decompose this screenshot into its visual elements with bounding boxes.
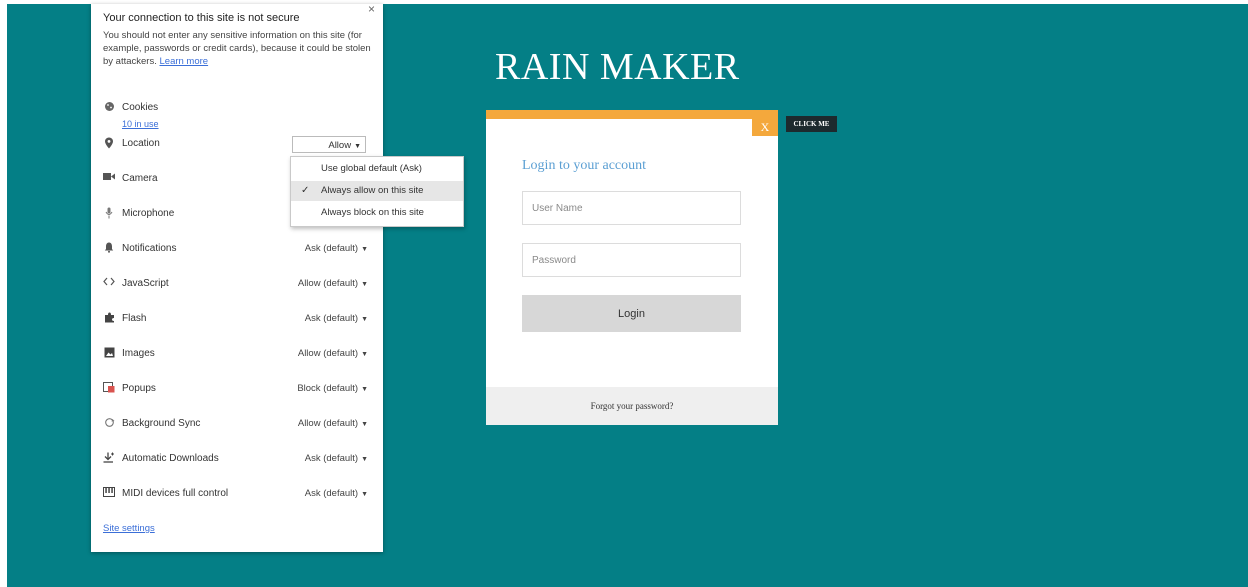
menu-option-global-default[interactable]: Use global default (Ask) bbox=[291, 159, 463, 179]
permission-select-value: Block (default) bbox=[297, 383, 359, 394]
permission-label: Background Sync bbox=[122, 418, 201, 429]
location-options-menu: Use global default (Ask) ✓ Always allow … bbox=[290, 156, 464, 227]
forgot-password-link[interactable]: Forgot your password? bbox=[591, 401, 674, 411]
site-settings-link[interactable]: Site settings bbox=[103, 523, 155, 534]
permission-label: MIDI devices full control bbox=[122, 488, 229, 499]
security-warning: You should not enter any sensitive infor… bbox=[103, 29, 371, 68]
permission-select[interactable]: Ask (default) ▼ bbox=[305, 313, 368, 324]
permission-select[interactable]: Allow (default) ▼ bbox=[298, 348, 368, 359]
permission-label: Notifications bbox=[122, 243, 177, 254]
location-select-value: Allow bbox=[328, 140, 352, 151]
permission-automatic-downloads: Automatic Downloads Ask (default) ▼ bbox=[103, 451, 368, 469]
code-icon bbox=[103, 277, 115, 289]
permission-select-value: Allow (default) bbox=[297, 278, 359, 289]
card-close-button[interactable]: X bbox=[752, 119, 778, 136]
cookies-in-use-link[interactable]: 10 in use bbox=[122, 119, 159, 129]
bell-icon bbox=[103, 242, 115, 256]
permission-notifications: Notifications Ask (default) ▼ bbox=[103, 241, 368, 259]
click-me-button[interactable]: CLICK ME bbox=[786, 116, 837, 132]
location-pin-icon bbox=[103, 137, 115, 152]
chevron-down-icon: ▼ bbox=[354, 143, 361, 150]
location-permission-select[interactable]: Allow ▼ bbox=[292, 136, 366, 153]
permission-label: Flash bbox=[122, 313, 147, 324]
permission-select-value: Allow (default) bbox=[297, 418, 359, 429]
permission-select-value: Ask (default) bbox=[304, 243, 359, 254]
menu-option-label: Always allow on this site bbox=[321, 185, 424, 196]
username-input[interactable] bbox=[522, 191, 741, 225]
card-footer: Forgot your password? bbox=[486, 387, 778, 425]
permission-select-value: Ask (default) bbox=[304, 313, 359, 324]
permission-label: Camera bbox=[122, 173, 158, 184]
permission-select[interactable]: Ask (default) ▼ bbox=[305, 488, 368, 499]
popup-close-button[interactable]: × bbox=[368, 2, 375, 16]
login-heading: Login to your account bbox=[522, 158, 647, 173]
permission-select[interactable]: Ask (default) ▼ bbox=[305, 243, 368, 254]
permission-label: Cookies bbox=[122, 102, 159, 113]
chevron-down-icon: ▼ bbox=[361, 316, 368, 323]
menu-option-always-allow[interactable]: ✓ Always allow on this site bbox=[291, 181, 463, 201]
permission-images: Images Allow (default) ▼ bbox=[103, 346, 368, 364]
card-accent-bar bbox=[486, 110, 778, 119]
chevron-down-icon: ▼ bbox=[361, 386, 368, 393]
permission-background-sync: Background Sync Allow (default) ▼ bbox=[103, 416, 368, 434]
permission-select-value: Ask (default) bbox=[304, 488, 359, 499]
password-input[interactable] bbox=[522, 243, 741, 277]
chevron-down-icon: ▼ bbox=[361, 421, 368, 428]
image-icon bbox=[103, 347, 115, 361]
menu-option-label: Always block on this site bbox=[321, 207, 424, 218]
permission-label: Popups bbox=[122, 383, 156, 394]
microphone-icon bbox=[103, 207, 115, 222]
chevron-down-icon: ▼ bbox=[361, 491, 368, 498]
brand-title: RAIN MAKER bbox=[495, 46, 740, 88]
sync-icon bbox=[103, 417, 115, 431]
menu-option-always-block[interactable]: Always block on this site bbox=[291, 203, 463, 223]
cookie-icon bbox=[103, 101, 115, 115]
permission-select[interactable]: Ask (default) ▼ bbox=[305, 453, 368, 464]
permission-popups: Popups Block (default) ▼ bbox=[103, 381, 368, 399]
chevron-down-icon: ▼ bbox=[361, 281, 368, 288]
permission-cookies: Cookies bbox=[103, 100, 368, 118]
download-icon bbox=[103, 452, 115, 466]
permission-flash: Flash Ask (default) ▼ bbox=[103, 311, 368, 329]
chevron-down-icon: ▼ bbox=[361, 351, 368, 358]
chevron-down-icon: ▼ bbox=[361, 456, 368, 463]
chevron-down-icon: ▼ bbox=[361, 246, 368, 253]
permission-select[interactable]: Allow (default) ▼ bbox=[298, 418, 368, 429]
menu-option-label: Use global default (Ask) bbox=[321, 163, 422, 174]
permission-select-value: Ask (default) bbox=[304, 453, 359, 464]
login-button[interactable]: Login bbox=[522, 295, 741, 332]
connection-status-title: Your connection to this site is not secu… bbox=[103, 12, 300, 24]
camera-icon bbox=[103, 172, 115, 184]
popup-icon bbox=[103, 382, 115, 396]
permission-label: Location bbox=[122, 138, 160, 149]
site-info-popup: × Your connection to this site is not se… bbox=[91, 2, 383, 552]
midi-icon bbox=[103, 487, 115, 500]
login-card: X Login to your account Login Forgot you… bbox=[486, 110, 778, 425]
permission-javascript: JavaScript Allow (default) ▼ bbox=[103, 276, 368, 294]
permission-midi: MIDI devices full control Ask (default) ▼ bbox=[103, 486, 368, 504]
checkmark-icon: ✓ bbox=[301, 185, 310, 196]
puzzle-icon bbox=[103, 312, 115, 326]
permission-label: Images bbox=[122, 348, 155, 359]
permission-select-value: Allow (default) bbox=[297, 348, 359, 359]
permission-label: Automatic Downloads bbox=[122, 453, 219, 464]
security-warning-text: You should not enter any sensitive infor… bbox=[103, 30, 371, 67]
permission-select[interactable]: Allow (default) ▼ bbox=[298, 278, 368, 289]
page-viewport: × Your connection to this site is not se… bbox=[7, 2, 1248, 587]
learn-more-link[interactable]: Learn more bbox=[160, 56, 209, 67]
permission-select[interactable]: Block (default) ▼ bbox=[297, 383, 368, 394]
permission-label: Microphone bbox=[122, 208, 175, 219]
permission-label: JavaScript bbox=[122, 278, 169, 289]
